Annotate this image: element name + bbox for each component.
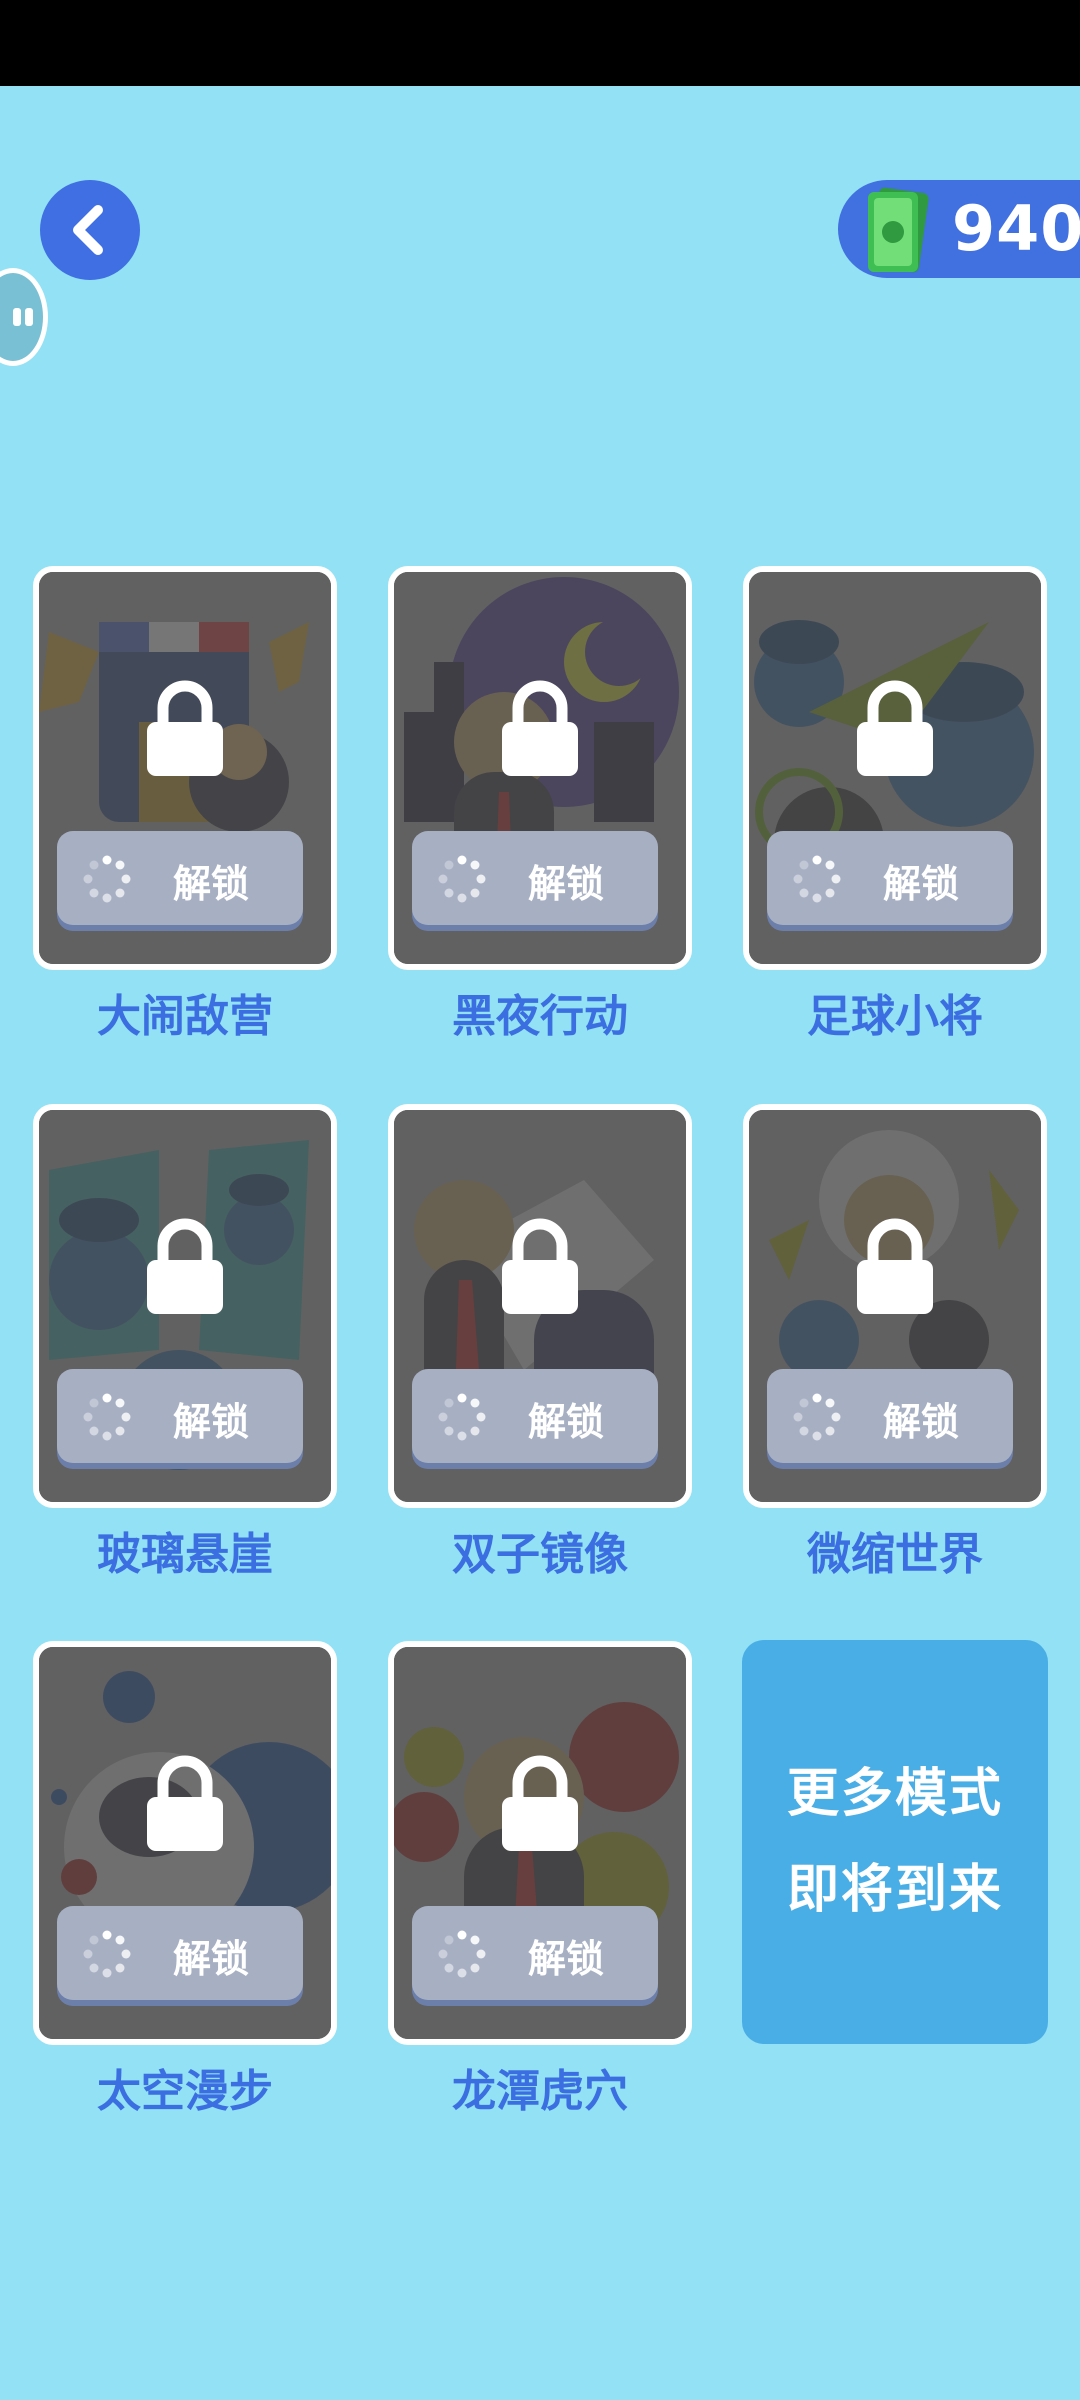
unlock-button[interactable]: 解锁 [412, 1906, 658, 2000]
unlock-button[interactable]: 解锁 [767, 831, 1013, 925]
mode-card-8[interactable]: 解锁 龙潭虎穴 [388, 1641, 692, 2117]
mode-title: 双子镜像 [452, 1529, 628, 1580]
mode-title: 足球小将 [807, 991, 983, 1042]
bubble-eye-icon [13, 308, 21, 326]
unlock-button[interactable]: 解锁 [412, 1369, 658, 1463]
mode-title: 龙潭虎穴 [452, 2066, 628, 2117]
lock-icon [502, 680, 578, 776]
floating-assistant-bubble[interactable] [0, 268, 48, 366]
mode-card-5[interactable]: 解锁 双子镜像 [388, 1104, 692, 1580]
mode-card-2[interactable]: 解锁 黑夜行动 [388, 566, 692, 1042]
lock-icon [502, 1755, 578, 1851]
coming-soon-card: 更多模式 即将到来 [742, 1640, 1048, 2044]
mode-card-4[interactable]: 解锁 玻璃悬崖 [33, 1104, 337, 1580]
loading-spinner-icon [438, 855, 486, 903]
bubble-eye-icon [25, 308, 33, 326]
lock-icon [857, 1218, 933, 1314]
mode-title: 微缩世界 [807, 1529, 983, 1580]
unlock-button[interactable]: 解锁 [57, 1906, 303, 2000]
mode-card-3[interactable]: 解锁 足球小将 [743, 566, 1047, 1042]
lock-icon [147, 1218, 223, 1314]
coming-soon-line1: 更多模式 [786, 1764, 1003, 1824]
mode-title: 大闹敌营 [97, 991, 273, 1042]
mode-card-6[interactable]: 解锁 微缩世界 [743, 1104, 1047, 1580]
coming-soon-line2: 即将到来 [786, 1860, 1003, 1920]
lock-icon [147, 1755, 223, 1851]
unlock-label: 解锁 [528, 862, 605, 906]
unlock-label: 解锁 [173, 1937, 250, 1981]
chevron-left-icon [73, 205, 103, 255]
currency-amount: 940 [952, 192, 1080, 265]
unlock-button[interactable]: 解锁 [412, 831, 658, 925]
mode-card-7[interactable]: 解锁 太空漫步 [33, 1641, 337, 2117]
loading-spinner-icon [438, 1393, 486, 1441]
loading-spinner-icon [83, 1930, 131, 1978]
mode-title: 太空漫步 [97, 2066, 273, 2117]
mode-title: 黑夜行动 [452, 991, 628, 1042]
currency-display: 940 [838, 180, 1080, 278]
mode-card-1[interactable]: 解锁 大闹敌营 [33, 566, 337, 1042]
unlock-button[interactable]: 解锁 [767, 1369, 1013, 1463]
loading-spinner-icon [793, 1393, 841, 1441]
lock-icon [502, 1218, 578, 1314]
unlock-button[interactable]: 解锁 [57, 831, 303, 925]
lock-icon [857, 680, 933, 776]
unlock-button[interactable]: 解锁 [57, 1369, 303, 1463]
unlock-label: 解锁 [528, 1937, 605, 1981]
cash-icon [868, 187, 929, 273]
unlock-label: 解锁 [173, 1400, 250, 1444]
loading-spinner-icon [83, 1393, 131, 1441]
unlock-label: 解锁 [528, 1400, 605, 1444]
loading-spinner-icon [83, 855, 131, 903]
unlock-label: 解锁 [883, 862, 960, 906]
loading-spinner-icon [438, 1930, 486, 1978]
mode-title: 玻璃悬崖 [97, 1529, 273, 1580]
unlock-label: 解锁 [883, 1400, 960, 1444]
back-button[interactable] [40, 180, 140, 280]
lock-icon [147, 680, 223, 776]
loading-spinner-icon [793, 855, 841, 903]
unlock-label: 解锁 [173, 862, 250, 906]
status-bar [0, 0, 1080, 86]
